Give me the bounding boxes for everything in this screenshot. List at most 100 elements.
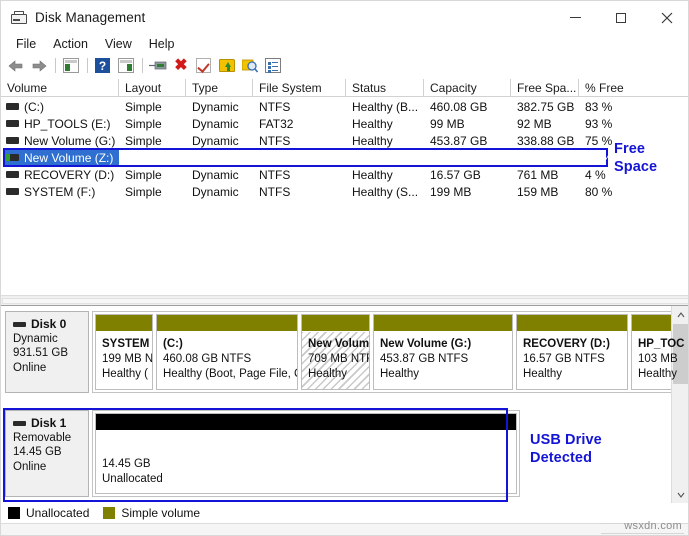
properties-icon[interactable] (147, 55, 169, 76)
cell-status: Healthy (S... (352, 184, 419, 199)
partition-text: New Volum 709 MB NTF Healthy (302, 332, 369, 382)
disk-state: Online (13, 361, 47, 374)
volume-drive-icon (6, 120, 19, 127)
help-icon[interactable]: ? (92, 55, 114, 76)
column-header-type[interactable]: Type (186, 79, 253, 97)
column-header-capacity[interactable]: Capacity (424, 79, 511, 97)
close-button[interactable] (644, 1, 688, 34)
cell-volume: New Volume (Z:) (24, 150, 114, 165)
legend-unallocated-swatch (8, 507, 20, 519)
partition-block[interactable]: 14.45 GB Unallocated (95, 413, 517, 494)
rescan-check-icon[interactable] (193, 55, 215, 76)
legend-unallocated-label: Unallocated (26, 506, 90, 520)
cell-file-system: NTFS (259, 150, 291, 165)
disk-info-panel[interactable]: Disk 0 Dynamic 931.51 GB Online (5, 311, 89, 393)
legend-unallocated: Unallocated (8, 506, 89, 520)
partition-size-fs: 14.45 GB (102, 458, 151, 470)
scroll-down-icon[interactable] (672, 486, 688, 503)
table-row[interactable]: HP_TOOLS (E:) Simple Dynamic FAT32 Healthy 99… (1, 115, 688, 132)
partition-status: Healthy (308, 368, 347, 380)
partition-name: SYSTEM (102, 338, 150, 350)
disk-info-panel[interactable]: Disk 1 Removable 14.45 GB Online (5, 410, 89, 497)
table-row[interactable]: SYSTEM (F:) Simple Dynamic NTFS Healthy (S..… (1, 183, 688, 200)
partition-size-fs: 460.08 GB NTFS (163, 353, 252, 365)
column-header-layout[interactable]: Layout (119, 79, 186, 97)
cell-layout: Simple (125, 116, 162, 131)
annotation-usb-line2: Detected (530, 450, 593, 466)
disk-type: Removable (13, 431, 72, 444)
cell-layout: Simple (125, 99, 162, 114)
table-row[interactable]: New Volume (Z:) Simple Dynamic NTFS Healthy 7… (1, 149, 688, 166)
disk-row-disk-1[interactable]: Disk 1 Removable 14.45 GB Online 14.45 GB Una… (5, 410, 520, 497)
partition-size-fs: 709 MB NTF (308, 353, 370, 365)
search-magnifier-icon[interactable] (239, 55, 261, 76)
cell-layout: Simple (125, 184, 162, 199)
cell-free-space: 159 MB (517, 184, 559, 199)
volume-drive-icon (6, 154, 19, 161)
partition-name: New Volume (G:) (380, 338, 472, 350)
cell-free-space: 338.88 GB (517, 133, 575, 148)
cell-volume: (C:) (24, 99, 44, 114)
help-glyph: ? (95, 58, 110, 73)
disk-icon (13, 321, 26, 327)
cell-type: Dynamic (192, 150, 239, 165)
back-arrow-icon[interactable] (5, 55, 27, 76)
column-header-status[interactable]: Status (346, 79, 424, 97)
cell-status: Healthy (B... (352, 99, 419, 114)
export-up-icon[interactable] (216, 55, 238, 76)
show-console-tree-icon[interactable] (60, 55, 82, 76)
menu-action[interactable]: Action (45, 36, 97, 53)
disk-management-window: Disk Management File Action View Help ? (0, 0, 689, 536)
partition-block[interactable]: New Volum 709 MB NTF Healthy (301, 314, 370, 390)
partition-text: (C:) 460.08 GB NTFS Healthy (Boot, Page Fi… (157, 332, 297, 382)
window-controls (552, 1, 688, 34)
pane-splitter[interactable] (1, 295, 688, 306)
column-header-file-system[interactable]: File System (253, 79, 346, 97)
scroll-up-icon[interactable] (672, 306, 688, 323)
column-header--free[interactable]: % Free (579, 79, 644, 97)
volume-list-pane: Volume Layout Type File System Status Capacit… (1, 79, 688, 294)
status-bar (1, 523, 688, 535)
disk-row-disk-0[interactable]: Disk 0 Dynamic 931.51 GB Online SYSTEM 199 MB… (5, 311, 688, 393)
forward-arrow-icon[interactable] (28, 55, 50, 76)
cell-type: Dynamic (192, 116, 239, 131)
cell-file-system: NTFS (259, 99, 291, 114)
show-action-pane-icon[interactable] (115, 55, 137, 76)
disk-management-icon (11, 10, 27, 26)
list-view-icon[interactable] (262, 55, 284, 76)
cell-file-system: NTFS (259, 167, 291, 182)
volume-drive-icon (6, 103, 19, 110)
partition-status: Unallocated (102, 473, 163, 485)
minimize-button[interactable] (552, 1, 598, 34)
partition-size-fs: 103 MB (638, 353, 678, 365)
partition-block[interactable]: (C:) 460.08 GB NTFS Healthy (Boot, Page Fi… (156, 314, 298, 390)
table-row[interactable]: (C:) Simple Dynamic NTFS Healthy (B... 460.08… (1, 98, 688, 115)
cell-percent-free: 93 % (585, 116, 613, 131)
menu-help[interactable]: Help (141, 36, 184, 53)
menu-file[interactable]: File (8, 36, 45, 53)
cell-percent-free: 83 % (585, 99, 613, 114)
column-header-volume[interactable]: Volume (1, 79, 119, 97)
column-header-free-spa[interactable]: Free Spa... (511, 79, 579, 97)
partition-block[interactable]: New Volume (G:) 453.87 GB NTFS Healthy (373, 314, 513, 390)
toolbar-separator (55, 58, 56, 73)
disk-name-row: Disk 0 (13, 317, 88, 332)
watermark: wsxdn.com (624, 520, 682, 532)
cell-free-space: 382.75 GB (517, 99, 575, 114)
menu-view[interactable]: View (97, 36, 141, 53)
partition-block[interactable]: SYSTEM 199 MB N Healthy ( (95, 314, 153, 390)
delete-icon[interactable]: ✖ (170, 55, 192, 76)
cell-capacity: 460.08 GB (430, 99, 488, 114)
partition-color-bar (157, 315, 297, 332)
cell-file-system: NTFS (259, 133, 291, 148)
cell-volume: RECOVERY (D:) (1, 166, 119, 183)
partition-name: New Volum (308, 338, 370, 350)
partition-block[interactable]: RECOVERY (D:) 16.57 GB NTFS Healthy (516, 314, 628, 390)
table-row[interactable]: RECOVERY (D:) Simple Dynamic NTFS Healthy 16.… (1, 166, 688, 183)
table-row[interactable]: New Volume (G:) Simple Dynamic NTFS Healthy 4… (1, 132, 688, 149)
disk-name: Disk 0 (31, 317, 67, 331)
volume-drive-icon (6, 188, 19, 195)
cell-free-space: 693 MB (517, 150, 559, 165)
cell-capacity: 99 MB (430, 116, 465, 131)
maximize-button[interactable] (598, 1, 644, 34)
